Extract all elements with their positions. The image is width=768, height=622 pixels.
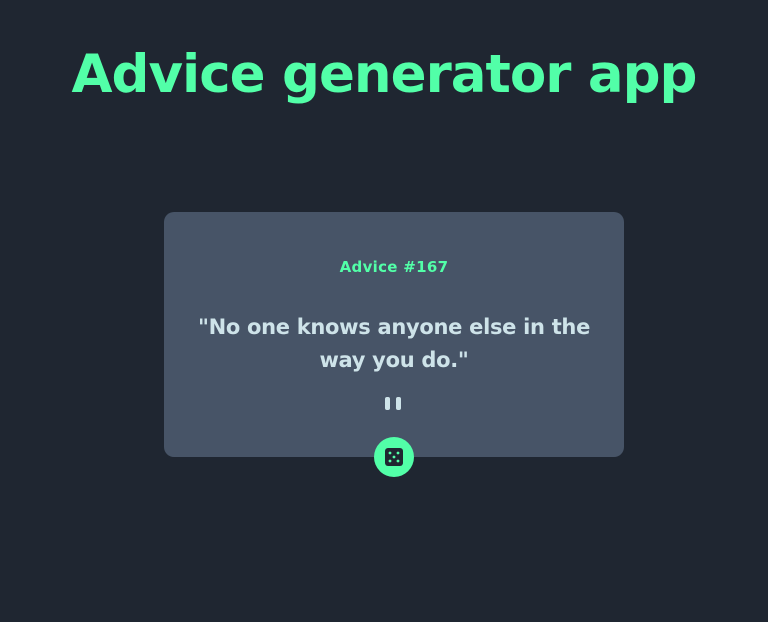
advice-id: Advice #167 [339, 258, 449, 276]
advice-quote: "No one knows anyone else in the way you… [197, 315, 591, 372]
advice-card: Advice #167 "No one knows anyone else in… [164, 212, 624, 457]
generate-advice-button[interactable] [374, 437, 414, 477]
page-title: Advice generator app [71, 44, 698, 105]
page: Advice generator app Advice #167 "No one… [0, 0, 768, 622]
pause-divider-icon [385, 397, 403, 411]
dice-icon [385, 448, 403, 466]
divider-bar-left [385, 397, 390, 410]
divider-bar-right [396, 397, 401, 410]
